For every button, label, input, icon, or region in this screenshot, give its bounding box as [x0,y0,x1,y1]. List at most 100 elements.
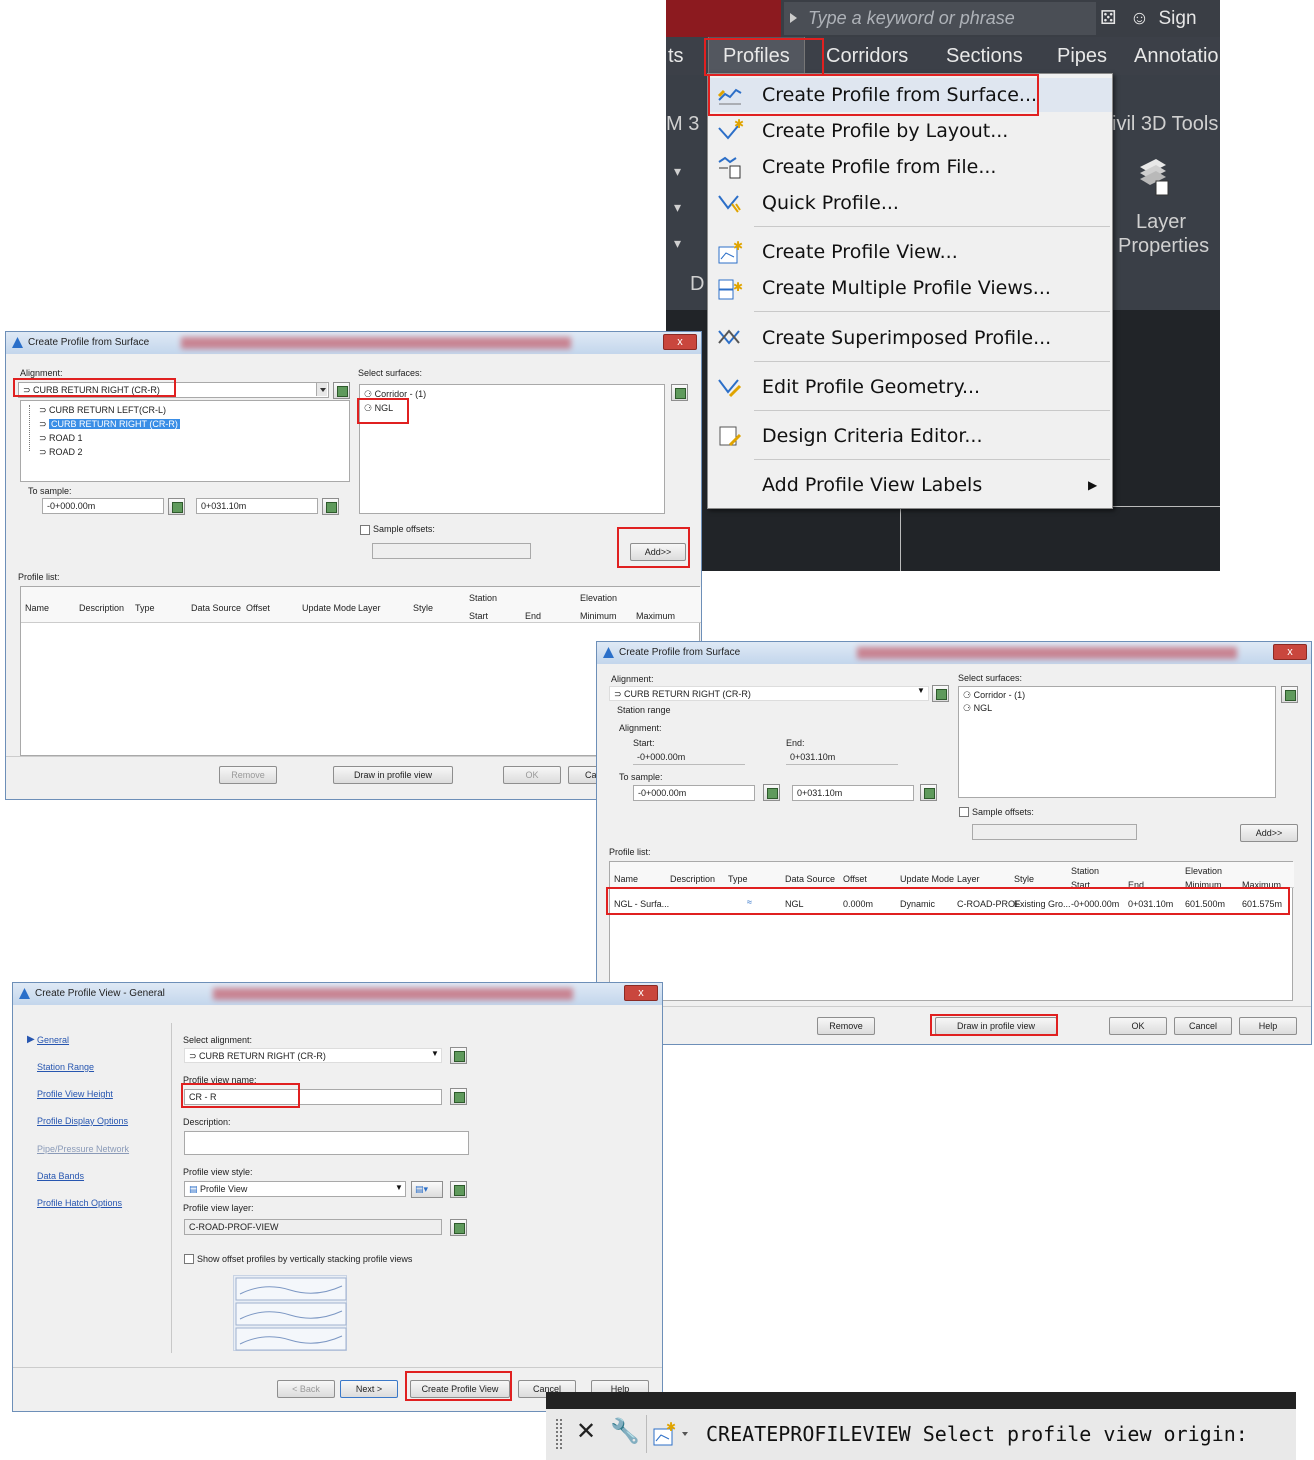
nav-profile-view-height[interactable]: Profile View Height [37,1089,113,1099]
sample-end-input[interactable]: 0+031.10m [196,498,318,514]
civil3d-tools-label[interactable]: ivil 3D Tools [1112,113,1218,136]
tab-profiles[interactable]: Profiles [708,37,805,75]
sample-start-input[interactable]: -0+000.00m [633,785,755,801]
col-elevation[interactable]: Elevation [580,593,617,603]
remove-button[interactable]: Remove [219,766,277,784]
properties-label[interactable]: Properties [1118,235,1209,258]
alignment-select[interactable]: ⊃ CURB RETURN RIGHT (CR-R) [184,1048,442,1063]
add-button[interactable]: Add>> [630,543,686,561]
table-row[interactable]: NGL - Surfa... ≈ NGL 0.000m Dynamic C-RO… [610,896,1294,912]
user-icon[interactable]: ☺ [1130,0,1149,37]
nav-pipe-pressure-network[interactable]: Pipe/Pressure Network [37,1144,129,1154]
wrench-icon[interactable]: 🔧 [610,1417,640,1446]
pick-surface-icon[interactable] [1281,686,1298,703]
drag-handle-icon[interactable] [556,1419,562,1449]
pick-station-icon[interactable] [168,498,185,515]
pick-station-icon[interactable] [322,498,339,515]
help-button[interactable]: Help [1239,1017,1297,1035]
cell-style[interactable]: Existing Gro... [1014,899,1071,909]
profile-view-name-input[interactable]: CR - R [184,1089,442,1105]
col-elevation[interactable]: Elevation [1185,866,1222,876]
pick-station-icon[interactable] [920,784,937,801]
col-end[interactable]: End [525,611,541,621]
tab-sections[interactable]: Sections [946,37,1023,75]
menu-item-create-profile-from-file[interactable]: Create Profile from File... [708,150,1112,184]
layer-label[interactable]: Layer [1136,211,1186,234]
layer-icon[interactable] [450,1219,467,1236]
col-name[interactable]: Name [614,874,638,884]
sample-offsets-checkbox[interactable] [360,525,370,535]
col-offset[interactable]: Offset [246,603,270,613]
col-data-source[interactable]: Data Source [191,603,241,613]
back-button[interactable]: < Back [277,1380,335,1398]
sample-offsets-input[interactable] [972,824,1137,840]
pick-surface-icon[interactable] [671,384,688,401]
chevron-down-icon[interactable]: ▼ [917,686,925,695]
ok-button[interactable]: OK [1109,1017,1167,1035]
menu-item-design-criteria-editor[interactable]: Design Criteria Editor... [708,419,1112,453]
col-description[interactable]: Description [670,874,715,884]
tab-pipes[interactable]: Pipes [1057,37,1107,75]
col-maximum[interactable]: Maximum [636,611,675,621]
col-description[interactable]: Description [79,603,124,613]
style-edit-dropdown-icon[interactable]: ▤▾ [411,1181,443,1198]
pick-style-icon[interactable] [450,1181,467,1198]
surface-item[interactable]: ⚆ Corridor - (1) [963,690,1025,701]
col-start[interactable]: Start [469,611,488,621]
surface-item[interactable]: ⚆ NGL [963,703,992,714]
pick-station-icon[interactable] [763,784,780,801]
col-data-source[interactable]: Data Source [785,874,835,884]
surface-item[interactable]: ⚆ NGL [364,403,393,414]
sign-in-label[interactable]: Sign [1158,8,1196,29]
col-name[interactable]: Name [25,603,49,613]
draw-in-profile-view-button[interactable]: Draw in profile view [333,766,453,784]
col-station[interactable]: Station [469,593,497,603]
cell-update-mode[interactable]: Dynamic [900,899,935,909]
tab-corridors[interactable]: Corridors [826,37,908,75]
close-button[interactable]: x [1273,644,1307,660]
tree-item[interactable]: ⊃ CURB RETURN LEFT(CR-L) [39,405,166,416]
binoculars-icon[interactable]: ⚄ [1100,0,1117,37]
create-profile-view-button[interactable]: Create Profile View [410,1380,510,1398]
col-maximum[interactable]: Maximum [1242,880,1281,888]
chevron-down-icon[interactable]: ▾ [674,235,681,252]
col-offset[interactable]: Offset [843,874,867,884]
ok-button[interactable]: OK [503,766,561,784]
col-layer[interactable]: Layer [358,603,381,613]
tree-item[interactable]: ⊃ ROAD 1 [39,433,83,444]
col-update-mode[interactable]: Update Mode [900,874,954,884]
add-button[interactable]: Add>> [1240,824,1298,842]
menu-item-create-multiple-profile-views[interactable]: ✱ Create Multiple Profile Views... [708,271,1112,305]
menu-item-add-profile-view-labels[interactable]: Add Profile View Labels ▶ [708,468,1112,502]
profile-view-command-icon[interactable]: ✱ [652,1419,692,1449]
col-style[interactable]: Style [1014,874,1034,884]
cell-name[interactable]: NGL - Surfa... [614,899,669,909]
tab-fragment[interactable]: ts [668,37,684,75]
col-end[interactable]: End [1128,880,1144,888]
nav-profile-display-options[interactable]: Profile Display Options [37,1116,128,1126]
sample-offsets-checkbox[interactable] [959,807,969,817]
description-input[interactable] [184,1131,469,1155]
menu-item-create-profile-view[interactable]: ✱ Create Profile View... [708,235,1112,269]
draw-in-profile-view-button[interactable]: Draw in profile view [935,1017,1057,1035]
pick-from-drawing-icon[interactable] [932,685,949,702]
menu-item-create-superimposed-profile[interactable]: Create Superimposed Profile... [708,321,1112,355]
stacking-checkbox[interactable] [184,1254,194,1264]
nav-station-range[interactable]: Station Range [37,1062,94,1072]
alignment-select[interactable]: ⊃ CURB RETURN RIGHT (CR-R) [18,382,329,398]
chevron-down-icon[interactable]: ▼ [431,1049,439,1058]
close-button[interactable]: x [624,985,658,1001]
tab-annotation[interactable]: Annotatio [1134,37,1219,75]
alignment-select[interactable]: ⊃ CURB RETURN RIGHT (CR-R) [609,686,929,701]
menu-item-edit-profile-geometry[interactable]: Edit Profile Geometry... [708,370,1112,404]
sample-end-input[interactable]: 0+031.10m [792,785,914,801]
col-type[interactable]: Type [135,603,155,613]
chevron-down-icon[interactable] [316,383,327,396]
close-icon[interactable]: ✕ [576,1417,596,1446]
sample-offsets-input[interactable] [372,543,531,559]
col-type[interactable]: Type [728,874,748,884]
tree-item-selected[interactable]: ⊃ CURB RETURN RIGHT (CR-R) [39,419,180,430]
col-style[interactable]: Style [413,603,433,613]
close-button[interactable]: x [663,334,697,350]
nav-general[interactable]: General [37,1035,69,1045]
